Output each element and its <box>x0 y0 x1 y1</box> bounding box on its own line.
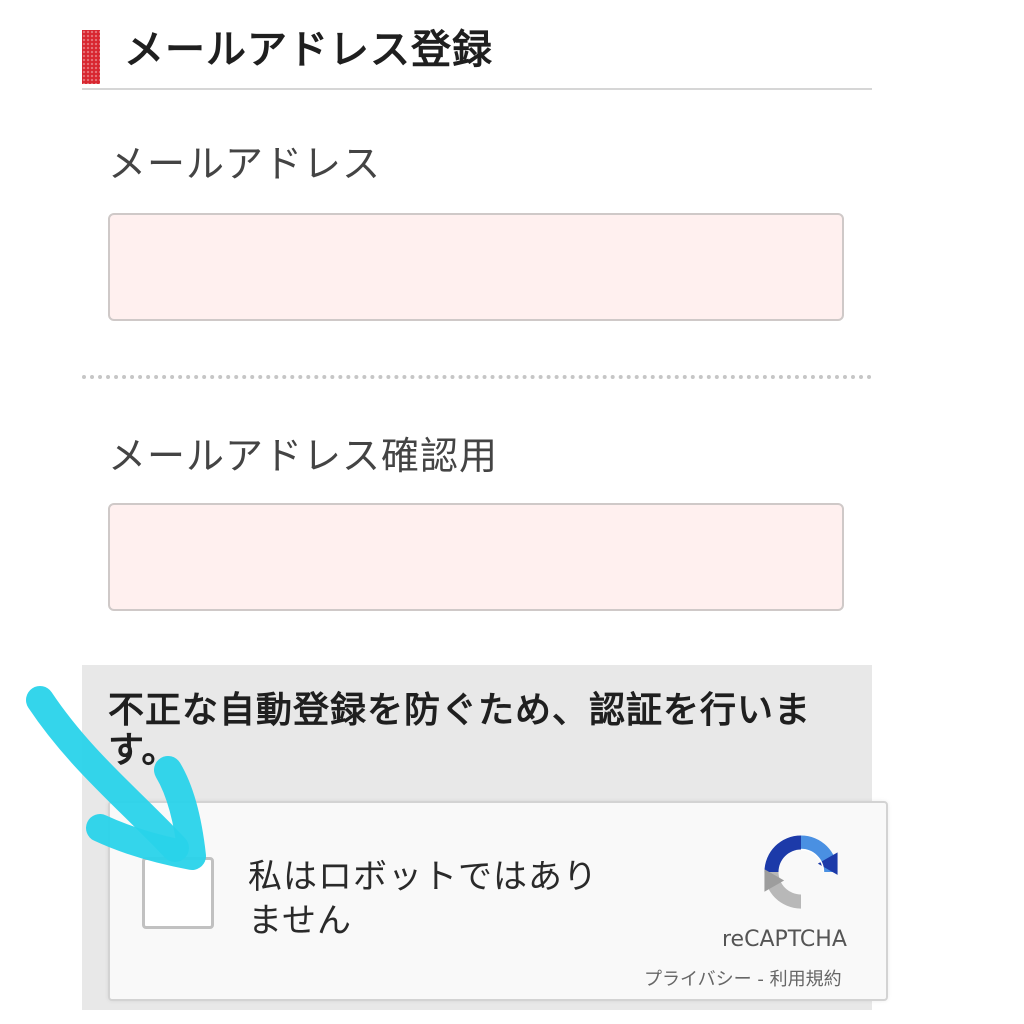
recaptcha-checkbox[interactable] <box>142 857 214 929</box>
dotted-divider <box>82 375 872 379</box>
captcha-notice: 不正な自動登録を防ぐため、認証を行います。 <box>108 690 812 771</box>
recaptcha-brand: reCAPTCHA <box>722 927 847 952</box>
recaptcha-logo-icon <box>764 835 838 909</box>
recaptcha-widget: 私はロボットではありません reCAPTCHA プライバシー - 利用規約 <box>108 801 888 1001</box>
captcha-section: 不正な自動登録を防ぐため、認証を行います。 私はロボットではありません reCA… <box>82 665 888 1010</box>
email-confirm-input[interactable] <box>108 503 844 611</box>
section-header: メールアドレス登録 <box>82 24 872 90</box>
email-registration-page: メールアドレス登録 メールアドレス メールアドレス確認用 不正な自動登録を防ぐた… <box>0 0 1024 1024</box>
section-title: メールアドレス登録 <box>124 27 493 73</box>
email-confirm-label: メールアドレス確認用 <box>108 434 499 478</box>
email-label: メールアドレス <box>108 142 382 186</box>
recaptcha-terms-link[interactable]: プライバシー - 利用規約 <box>644 965 842 991</box>
header-accent-bar <box>82 30 100 84</box>
recaptcha-label: 私はロボットではありません <box>248 857 598 941</box>
email-input[interactable] <box>108 213 844 321</box>
